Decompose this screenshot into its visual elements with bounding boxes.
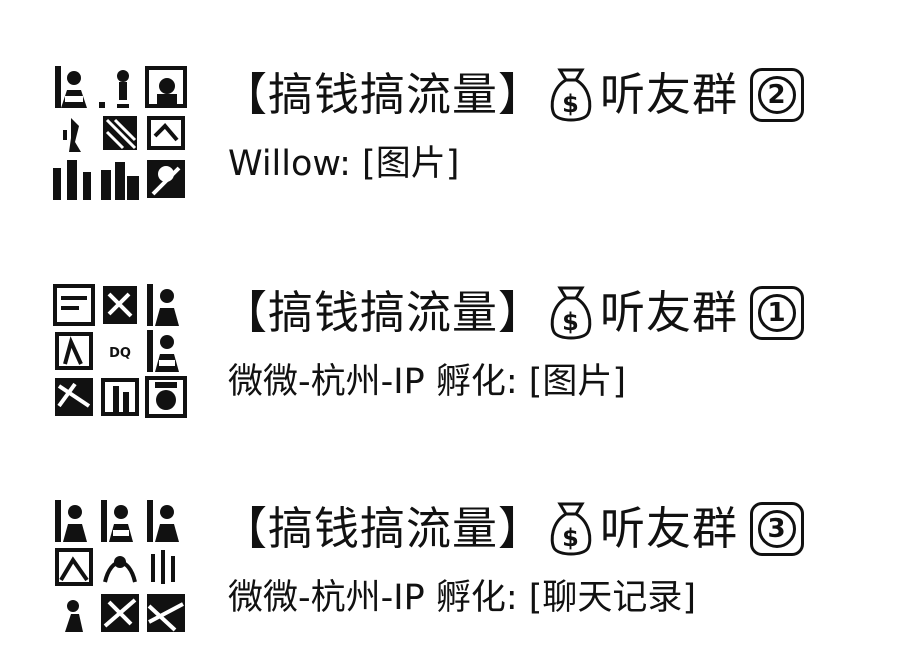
svg-text:DQ: DQ bbox=[109, 346, 131, 361]
chat-list: 【搞钱搞流量】 $ 听友群 2 Willow: [图片] DQ 【搞钱搞流量】 … bbox=[0, 0, 897, 666]
member-avatar bbox=[99, 66, 141, 108]
group-avatar[interactable] bbox=[53, 66, 187, 200]
chat-list-item[interactable]: DQ 【搞钱搞流量】 $ 听友群 1 微微-杭州-IP 孵化: [图片] bbox=[0, 278, 897, 428]
member-avatar bbox=[53, 330, 95, 372]
member-avatar bbox=[145, 330, 187, 372]
group-avatar[interactable] bbox=[53, 500, 187, 634]
member-avatar: DQ bbox=[99, 330, 141, 372]
chat-title: 【搞钱搞流量】 $ 听友群 1 bbox=[222, 282, 805, 344]
member-avatar bbox=[53, 158, 95, 200]
number-badge: 1 bbox=[750, 286, 805, 340]
member-avatar bbox=[99, 592, 141, 634]
member-avatar bbox=[145, 592, 187, 634]
last-message-preview: Willow: [图片] bbox=[228, 144, 460, 184]
member-avatar bbox=[145, 546, 187, 588]
member-avatar bbox=[99, 284, 141, 326]
number-badge: 2 bbox=[750, 68, 805, 122]
chat-title: 【搞钱搞流量】 $ 听友群 3 bbox=[222, 498, 805, 560]
member-avatar bbox=[53, 592, 95, 634]
money-bag-icon: $ bbox=[548, 66, 594, 124]
group-name: 听友群 bbox=[600, 286, 739, 339]
group-name: 听友群 bbox=[600, 68, 739, 121]
chat-title: 【搞钱搞流量】 $ 听友群 2 bbox=[222, 64, 805, 126]
member-avatar bbox=[145, 66, 187, 108]
badge-number: 2 bbox=[758, 76, 797, 114]
member-avatar bbox=[145, 284, 187, 326]
member-avatar bbox=[53, 112, 95, 154]
svg-text:$: $ bbox=[562, 524, 580, 552]
group-name: 听友群 bbox=[600, 502, 739, 555]
money-bag-icon: $ bbox=[548, 284, 594, 342]
member-avatar bbox=[99, 376, 141, 418]
chat-title-text: 【搞钱搞流量】 bbox=[222, 286, 545, 339]
member-avatar bbox=[99, 158, 141, 200]
member-avatar bbox=[145, 112, 187, 154]
member-avatar bbox=[53, 546, 95, 588]
money-bag-icon: $ bbox=[548, 500, 594, 558]
member-avatar bbox=[145, 158, 187, 200]
chat-title-text: 【搞钱搞流量】 bbox=[222, 68, 545, 121]
chat-list-item[interactable]: 【搞钱搞流量】 $ 听友群 3 微微-杭州-IP 孵化: [聊天记录] bbox=[0, 494, 897, 644]
last-message-preview: 微微-杭州-IP 孵化: [图片] bbox=[228, 362, 627, 402]
member-avatar bbox=[53, 376, 95, 418]
chat-title-text: 【搞钱搞流量】 bbox=[222, 502, 545, 555]
chat-list-item[interactable]: 【搞钱搞流量】 $ 听友群 2 Willow: [图片] bbox=[0, 60, 897, 210]
svg-text:$: $ bbox=[562, 308, 580, 336]
svg-text:$: $ bbox=[562, 90, 580, 118]
number-badge: 3 bbox=[750, 502, 805, 556]
member-avatar bbox=[53, 500, 95, 542]
member-avatar bbox=[145, 376, 187, 418]
badge-number: 1 bbox=[758, 294, 797, 332]
member-avatar bbox=[99, 112, 141, 154]
group-avatar[interactable]: DQ bbox=[53, 284, 187, 418]
member-avatar bbox=[145, 500, 187, 542]
member-avatar bbox=[53, 284, 95, 326]
badge-number: 3 bbox=[758, 510, 797, 548]
member-avatar bbox=[99, 500, 141, 542]
member-avatar bbox=[99, 546, 141, 588]
member-avatar bbox=[53, 66, 95, 108]
last-message-preview: 微微-杭州-IP 孵化: [聊天记录] bbox=[228, 578, 697, 618]
